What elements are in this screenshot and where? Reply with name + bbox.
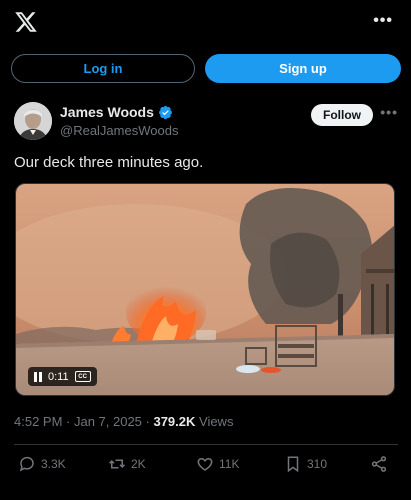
- reply-icon: [19, 456, 34, 472]
- post-meta: 4:52 PM · Jan 7, 2025 · 379.2K Views: [14, 414, 233, 429]
- bookmark-button[interactable]: 310: [284, 455, 327, 473]
- auth-buttons: Log in Sign up: [11, 54, 401, 84]
- follow-button[interactable]: Follow: [311, 104, 373, 126]
- author-name-row: James Woods: [60, 104, 173, 120]
- bookmark-icon: [287, 456, 299, 473]
- like-count: 11K: [219, 457, 240, 471]
- post-more-icon[interactable]: •••: [380, 104, 398, 120]
- video-player[interactable]: 0:11 CC: [15, 183, 395, 396]
- share-button[interactable]: [370, 455, 388, 473]
- views-count: 379.2K: [153, 414, 196, 429]
- more-options-icon[interactable]: •••: [373, 12, 393, 30]
- post-author: James Woods @RealJamesWoods Follow •••: [14, 100, 398, 142]
- author-name[interactable]: James Woods: [60, 104, 154, 120]
- like-button[interactable]: 11K: [196, 455, 239, 473]
- repost-icon: [108, 459, 126, 469]
- reply-button[interactable]: 3.3K: [18, 455, 66, 473]
- post-timestamp[interactable]: 4:52 PM · Jan 7, 2025 ·: [14, 414, 153, 429]
- repost-button[interactable]: 2K: [108, 455, 146, 473]
- top-bar: •••: [0, 0, 411, 46]
- post-text: Our deck three minutes ago.: [14, 154, 204, 171]
- heart-icon: [197, 457, 213, 471]
- login-button[interactable]: Log in: [11, 54, 195, 83]
- views-label: Views: [195, 414, 234, 429]
- closed-captions-icon[interactable]: CC: [74, 371, 91, 382]
- verified-badge-icon: [158, 105, 172, 119]
- share-icon: [371, 456, 387, 472]
- avatar[interactable]: [14, 102, 52, 140]
- bookmark-count: 310: [307, 457, 328, 471]
- x-logo-icon[interactable]: [14, 10, 38, 34]
- pause-icon[interactable]: [34, 371, 42, 382]
- repost-count: 2K: [131, 457, 146, 471]
- video-controls: 0:11 CC: [28, 367, 97, 386]
- author-handle[interactable]: @RealJamesWoods: [60, 123, 178, 138]
- video-elapsed-time: 0:11: [48, 370, 69, 383]
- signup-button[interactable]: Sign up: [205, 54, 401, 83]
- video-frame: [16, 184, 394, 395]
- post-actions: 3.3K 2K 11K 310: [18, 455, 390, 477]
- reply-count: 3.3K: [41, 457, 66, 471]
- divider: [14, 444, 398, 445]
